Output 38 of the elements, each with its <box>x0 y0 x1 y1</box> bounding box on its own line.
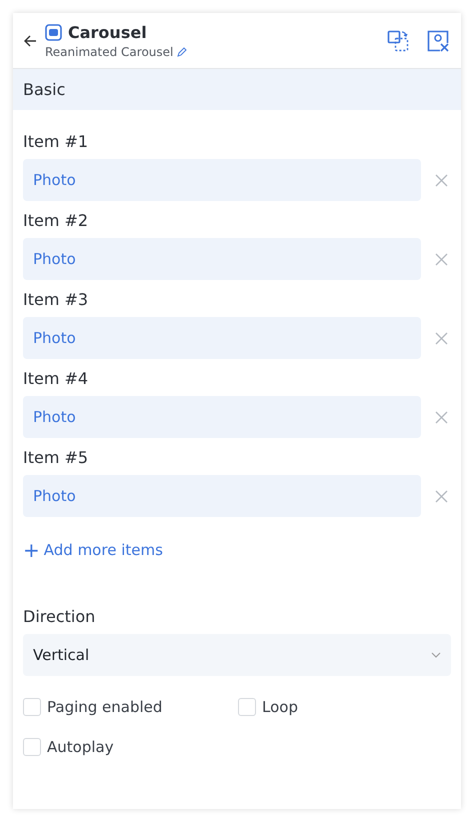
swap-button[interactable] <box>385 28 411 54</box>
option-checkbox[interactable]: Paging enabled <box>23 698 238 716</box>
component-subtitle: Reanimated Carousel <box>45 44 174 58</box>
close-icon <box>434 252 448 266</box>
direction-select[interactable]: Vertical <box>23 634 451 676</box>
checkbox[interactable] <box>238 698 256 716</box>
component-title: Carousel <box>68 22 147 42</box>
checkbox[interactable] <box>23 738 41 756</box>
item-label: Item #1 <box>23 132 90 151</box>
option-checkbox[interactable]: Loop <box>238 698 451 716</box>
close-icon <box>434 490 448 502</box>
item-field[interactable]: Photo <box>23 396 421 438</box>
chevron-down-icon <box>431 652 441 658</box>
close-icon <box>434 174 448 186</box>
item-field[interactable]: Photo <box>23 238 421 280</box>
close-icon <box>434 332 448 344</box>
carousel-icon <box>45 24 62 40</box>
item-field[interactable]: Photo <box>23 159 421 201</box>
item-label: Item #2 <box>23 211 90 230</box>
item-field[interactable]: Photo <box>23 317 421 359</box>
option-label: Loop <box>262 698 298 716</box>
item-label: Item #4 <box>23 369 90 388</box>
remove-frame-button[interactable] <box>425 28 451 54</box>
frame-remove-icon <box>427 30 449 52</box>
checkbox[interactable] <box>23 698 41 716</box>
option-checkbox[interactable]: Autoplay <box>23 738 238 756</box>
option-label: Paging enabled <box>47 698 162 716</box>
item-field[interactable]: Photo <box>23 475 421 517</box>
add-items-link[interactable]: + Add more items <box>23 541 163 559</box>
item-label: Item #3 <box>23 290 90 309</box>
back-arrow-icon <box>23 34 37 48</box>
pencil-icon[interactable] <box>177 46 188 56</box>
direction-label: Direction <box>23 607 96 626</box>
section-header: Basic <box>13 69 461 110</box>
close-icon <box>434 410 448 424</box>
item-label: Item #5 <box>23 448 90 467</box>
swap-frames-icon <box>387 30 409 52</box>
option-label: Autoplay <box>47 738 114 756</box>
